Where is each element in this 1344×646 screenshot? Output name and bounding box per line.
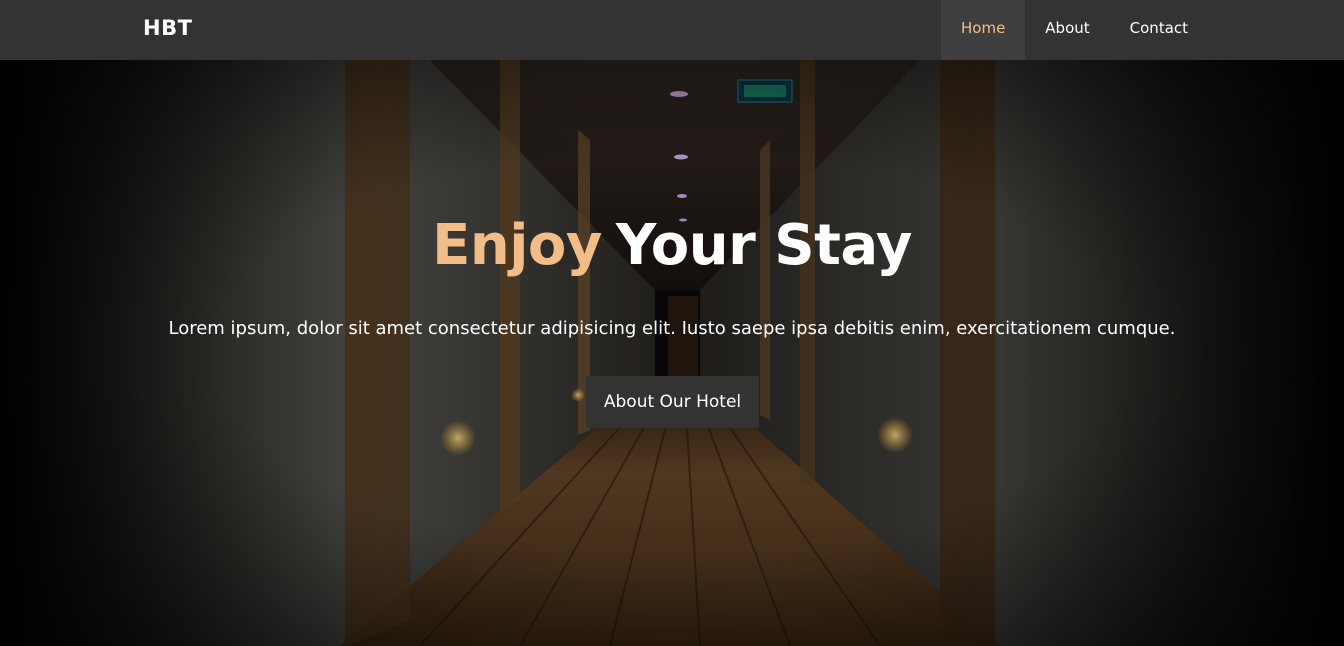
- nav-link-contact[interactable]: Contact: [1110, 0, 1208, 60]
- hero-title: Enjoy Your Stay: [0, 213, 1344, 278]
- navbar: HBT Home About Contact: [0, 0, 1344, 60]
- hero-title-rest: Your Stay: [615, 213, 913, 278]
- nav-link-home[interactable]: Home: [941, 0, 1026, 60]
- nav-link-about[interactable]: About: [1025, 0, 1109, 60]
- hero-subtitle: Lorem ipsum, dolor sit amet consectetur …: [168, 318, 1176, 339]
- hero-title-accent: Enjoy: [432, 213, 602, 278]
- about-hotel-button[interactable]: About Our Hotel: [586, 376, 759, 428]
- hero-content: Enjoy Your Stay Lorem ipsum, dolor sit am…: [0, 60, 1344, 646]
- hero-section: Enjoy Your Stay Lorem ipsum, dolor sit am…: [0, 60, 1344, 646]
- brand-logo[interactable]: HBT: [143, 0, 192, 60]
- nav-links: Home About Contact: [941, 0, 1208, 60]
